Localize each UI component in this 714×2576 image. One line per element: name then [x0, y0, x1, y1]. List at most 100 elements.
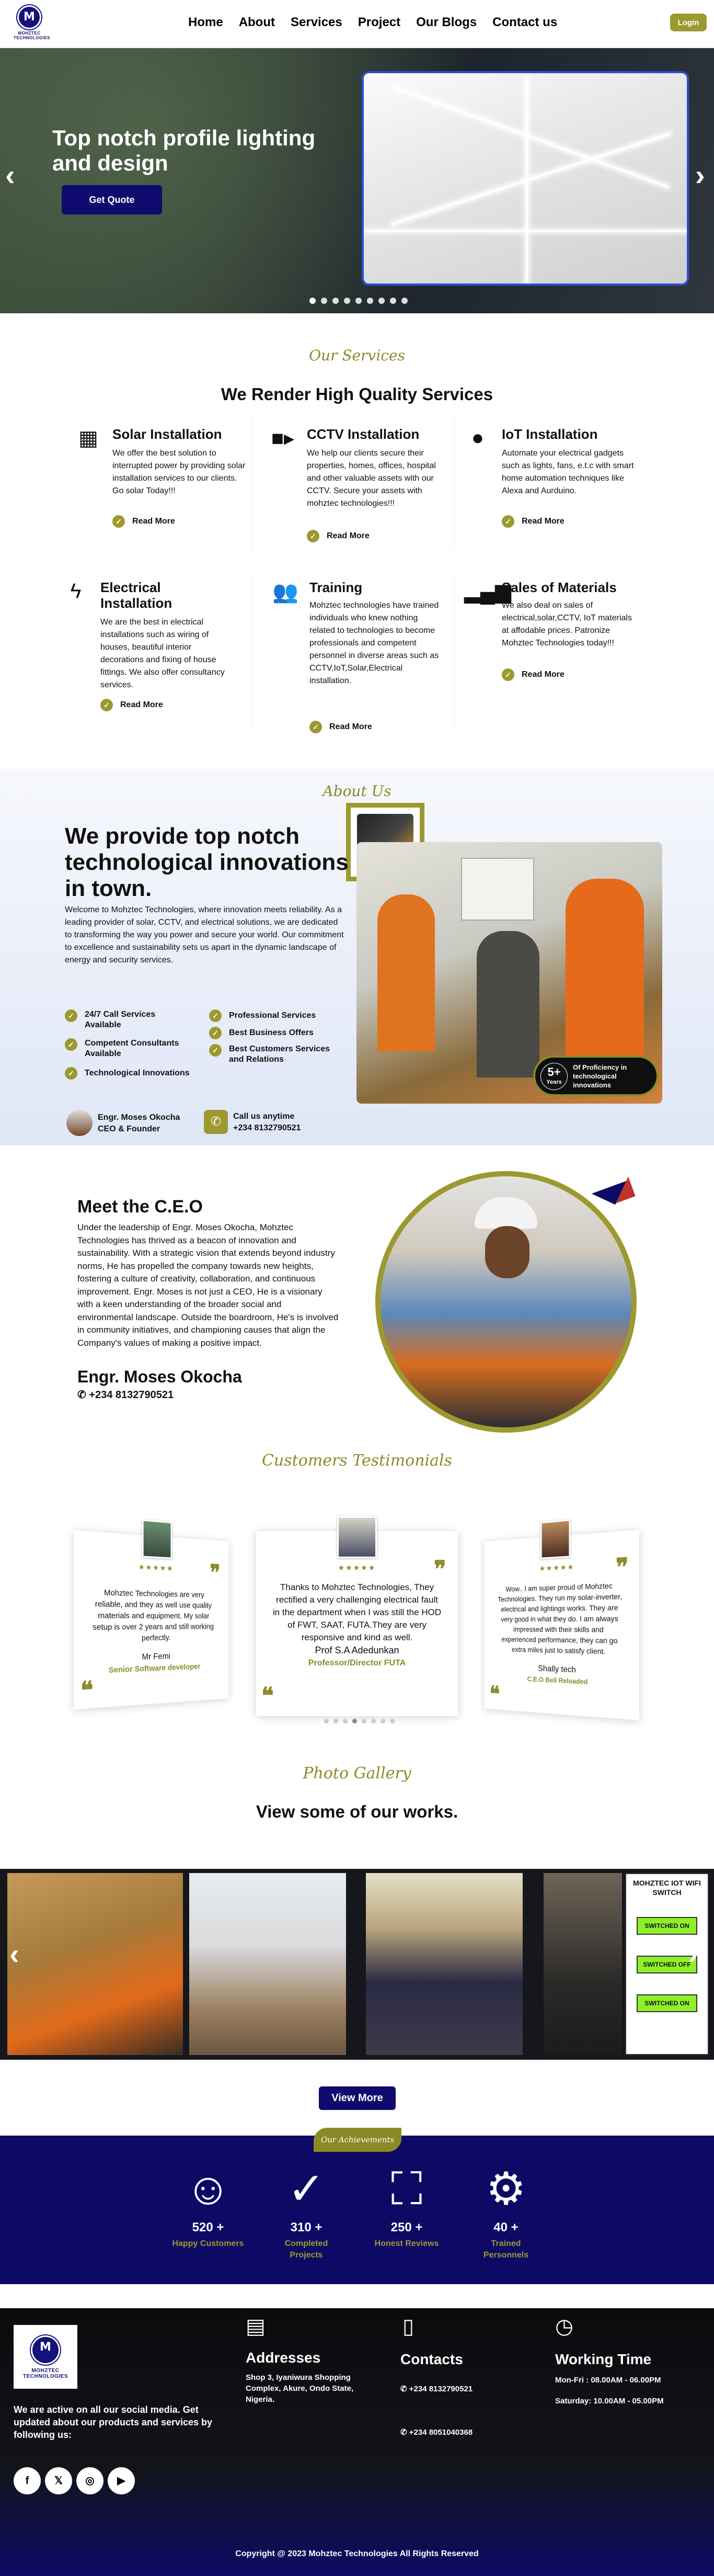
hours-saturday: Saturday: 10.00AM - 05.00PM — [555, 2397, 664, 2405]
ceo-phone-number: +234 8132790521 — [89, 1389, 174, 1401]
slider-dot[interactable] — [378, 298, 385, 304]
slider-dot[interactable] — [390, 1719, 395, 1723]
slider-dot[interactable] — [332, 298, 339, 304]
nav-services[interactable]: Services — [291, 15, 342, 30]
lightning-icon: ϟ — [70, 580, 82, 603]
slider-dot[interactable] — [343, 1719, 348, 1723]
gallery-prev-arrow[interactable]: ‹ — [9, 1937, 19, 1971]
testimonial-card[interactable]: ★★★★★ ❞ Wow.. I am super proud of Mohzte… — [484, 1519, 639, 1721]
testimonial-name: Prof S.A Adedunkan — [315, 1645, 399, 1655]
footer-logo[interactable]: MOHZTEC TECHNOLOGIES — [14, 2325, 77, 2389]
slider-dot[interactable] — [390, 298, 396, 304]
ceiling-light-strip — [526, 78, 528, 283]
hero-next-arrow[interactable]: › — [695, 158, 705, 192]
nav-our-blogs[interactable]: Our Blogs — [416, 15, 477, 30]
testimonial-card[interactable]: ★★★★★ ❞ Mohztec Technologies are very re… — [74, 1519, 229, 1710]
gallery-image[interactable] — [7, 1873, 183, 2055]
x-twitter-icon[interactable]: 𝕏 — [45, 2467, 72, 2494]
gallery-image[interactable] — [189, 1873, 346, 2055]
avatar — [66, 1110, 93, 1136]
gallery-image[interactable] — [366, 1873, 523, 2055]
hero-ceiling-photo — [362, 71, 689, 286]
feature-item: ✓ Professional Services — [209, 1009, 355, 1022]
feature-item: ✓ 24/7 Call Services Available — [65, 1009, 190, 1030]
service-text: Mohztec technologies have trained indivi… — [309, 601, 439, 685]
slider-dot[interactable] — [401, 298, 408, 304]
achievement-item: ⛶ 250 + Honest Reviews — [365, 2163, 448, 2250]
gallery-image[interactable] — [544, 1873, 622, 2055]
nav-project[interactable]: Project — [358, 15, 400, 30]
youtube-icon[interactable]: ▶ — [108, 2467, 135, 2494]
ceo-mini-role: CEO & Founder — [98, 1125, 160, 1133]
feature-item: ✓ Best Customers Services and Relations — [209, 1044, 335, 1065]
phone-line-2[interactable]: ✆ +234 8051040368 — [400, 2427, 473, 2438]
slider-dot[interactable] — [333, 1719, 338, 1723]
address-card-icon: ▤ — [246, 2315, 266, 2338]
check-icon: ✓ — [502, 515, 514, 528]
call-us-block[interactable]: ✆ Call us anytime +234 8132790521 — [204, 1109, 361, 1138]
achievement-number: 250 + — [390, 2220, 423, 2234]
instagram-icon[interactable]: ◎ — [76, 2467, 103, 2494]
achievement-label: Honest Reviews — [374, 2239, 439, 2248]
nav-about[interactable]: About — [239, 15, 275, 30]
slider-dot[interactable] — [355, 298, 362, 304]
slider-dot[interactable] — [309, 298, 316, 304]
ceo-mini-profile: Engr. Moses Okocha CEO & Founder — [66, 1109, 223, 1138]
read-more-link[interactable]: ✓ Read More — [112, 515, 175, 528]
slider-dot[interactable] — [362, 1719, 366, 1723]
slider-dot[interactable] — [371, 1719, 376, 1723]
ceiling-light-strip — [391, 132, 671, 225]
get-quote-button[interactable]: Get Quote — [62, 185, 162, 214]
slider-dot[interactable] — [321, 298, 327, 304]
service-title: Electrical Installation — [100, 580, 172, 611]
gallery-next-arrow[interactable]: › — [688, 1937, 698, 1971]
slider-dot[interactable] — [344, 298, 350, 304]
read-more-link[interactable]: ✓ Read More — [307, 530, 370, 542]
user-gear-icon: ⚙ — [486, 2164, 526, 2214]
brand-logo[interactable]: MOHZTEC TECHNOLOGIES — [14, 5, 50, 43]
slider-dot[interactable] — [367, 298, 373, 304]
check-icon: ✓ — [65, 1038, 77, 1051]
clock-icon: ◷ — [555, 2315, 573, 2338]
ceo-phone: ✆ +234 8132790521 — [77, 1388, 174, 1401]
feature-label: Best Business Offers — [229, 1028, 314, 1038]
testimonial-card[interactable]: ★★★★★ ❞ Thanks to Mohztec Technologies, … — [256, 1516, 458, 1716]
nav-home[interactable]: Home — [188, 15, 223, 30]
check-icon: ✓ — [100, 699, 113, 711]
check-circle-icon: ✓ — [287, 2164, 326, 2214]
about-text: Welcome to Mohztec Technologies, where i… — [65, 905, 344, 964]
service-title: IoT Installation — [502, 426, 598, 442]
read-more-link[interactable]: ✓ Read More — [502, 668, 565, 681]
service-title: Sales of Materials — [502, 580, 617, 595]
facebook-icon[interactable]: f — [14, 2467, 41, 2494]
hero-prev-arrow[interactable]: ‹ — [5, 158, 15, 192]
read-more-link[interactable]: ✓ Read More — [309, 721, 372, 733]
iot-switch-label: SWITCHED ON — [637, 1917, 697, 1935]
address-text: Shop 3, Iyaniwura Shopping Complex, Akur… — [246, 2373, 354, 2404]
quote-icon: ❞ — [210, 1560, 221, 1586]
phone-line-1[interactable]: ✆ +234 8132790521 — [400, 2384, 473, 2395]
gallery-heading: View some of our works. — [256, 1802, 458, 1821]
call-label: Call us anytime — [233, 1112, 295, 1121]
ceo-title: Meet the C.E.O — [77, 1197, 203, 1217]
read-more-label: Read More — [522, 670, 565, 679]
service-text: We also deal on sales of electrical,sola… — [502, 601, 632, 648]
slider-dot[interactable] — [381, 1719, 385, 1723]
quote-icon: ❝ — [261, 1683, 274, 1709]
smiley-icon: ☺ — [185, 2164, 231, 2214]
slider-dot[interactable] — [324, 1719, 329, 1723]
nav-contact-us[interactable]: Contact us — [492, 15, 557, 30]
phone-number: +234 8051040368 — [409, 2428, 473, 2437]
read-more-link[interactable]: ✓ Read More — [100, 699, 163, 711]
login-button[interactable]: Login — [670, 14, 707, 31]
read-more-link[interactable]: ✓ Read More — [502, 515, 565, 528]
experience-circle: 5+ Years — [540, 1063, 568, 1090]
slider-dot[interactable] — [352, 1719, 357, 1723]
testimonial-quote: Wow.. I am super proud of Mohztec Techno… — [498, 1581, 623, 1656]
testimonial-quote: Thanks to Mohztec Technologies, They rec… — [272, 1582, 442, 1642]
call-number: +234 8132790521 — [233, 1124, 301, 1132]
worker-figure — [377, 894, 435, 1051]
read-more-label: Read More — [132, 517, 175, 526]
view-more-button[interactable]: View More — [319, 2086, 396, 2110]
experience-number: 5+ — [547, 1065, 561, 1079]
